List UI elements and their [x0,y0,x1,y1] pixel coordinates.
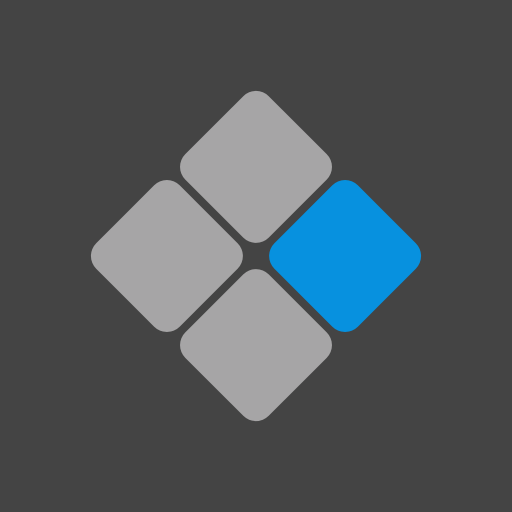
diamond-logo-icon [0,0,512,512]
app-icon-canvas [0,0,512,512]
background-panel [0,0,512,512]
